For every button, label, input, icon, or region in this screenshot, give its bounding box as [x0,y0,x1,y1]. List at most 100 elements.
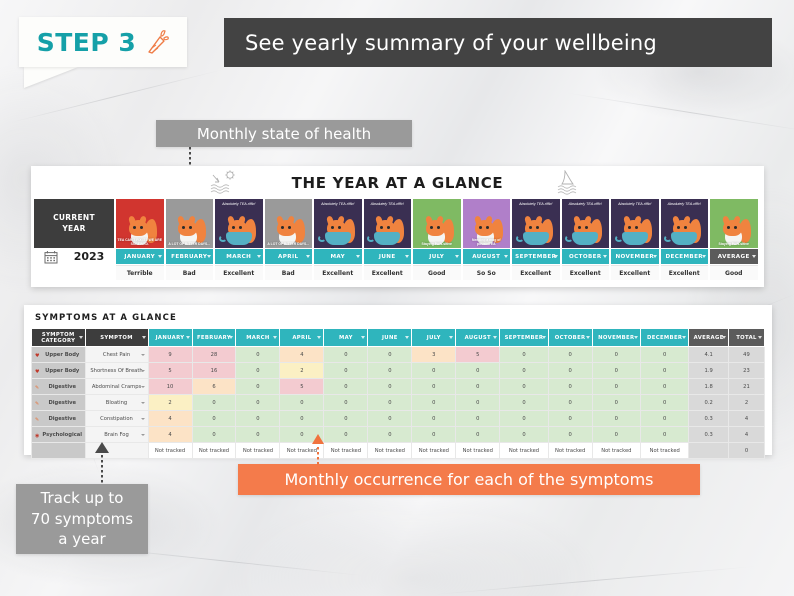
symptoms-col-header-symptom-category[interactable]: SYMPTOM CATEGORY [31,328,86,347]
month-header-november[interactable]: NOVEMBER [611,249,659,264]
month-header-may[interactable]: MAY [314,249,362,264]
symptom-name-cell[interactable]: Brain Fog [84,426,149,443]
chevron-down-icon[interactable] [273,336,278,339]
year-column-february[interactable]: A LOT OF BITTER DAYS... FEBRUARY Bad [165,199,215,280]
symptoms-col-header-symptom[interactable]: SYMPTOM [84,328,149,347]
chevron-down-icon[interactable] [229,336,234,339]
month-header-march[interactable]: MARCH [215,249,263,264]
year-column-august[interactable]: Needing a mug of positiviTEA AUGUST So So [462,199,512,280]
symptom-category-cell[interactable]: ◉ Psychological [31,426,86,443]
chevron-down-icon[interactable] [317,336,322,339]
month-header-october[interactable]: OCTOBER [561,249,609,264]
mood-card-june[interactable]: Absolutely TEA-riffic! [363,199,411,248]
chevron-down-icon[interactable] [504,255,508,258]
mood-card-august[interactable]: Needing a mug of positiviTEA [462,199,510,248]
symptom-category-cell[interactable]: ✎ Digestive [31,410,86,427]
mood-card-february[interactable]: A LOT OF BITTER DAYS... [165,199,213,248]
chevron-down-icon[interactable] [585,336,590,339]
symptoms-col-header-february[interactable]: FEBRUARY [191,328,237,347]
chevron-down-icon[interactable] [405,336,410,339]
year-column-november[interactable]: Absolutely TEA-riffic! NOVEMBER Excellent [610,199,660,280]
symptoms-table-row[interactable]: ♥ Upper Body Chest Pain 9 28 0 4 0 0 3 5 0 0 0 0 4.1 49 [31,346,766,363]
symptoms-col-header-august[interactable]: AUGUST [455,328,501,347]
symptom-category-cell[interactable]: ♥ Upper Body [31,346,86,363]
chevron-down-icon[interactable] [603,255,607,258]
year-column-september[interactable]: Absolutely TEA-riffic! SEPTEMBER Excellent [511,199,561,280]
chevron-down-icon[interactable] [141,336,146,339]
chevron-down-icon[interactable] [634,336,638,339]
month-header-april[interactable]: APRIL [264,249,312,264]
month-header-june[interactable]: JUNE [363,249,411,264]
chevron-down-icon[interactable] [157,255,162,258]
chevron-down-icon[interactable] [256,255,261,258]
mood-card-april[interactable]: A LOT OF BITTER DAYS... [264,199,312,248]
year-column-average[interactable]: Staying PAW-sitive AVERAGE Good [709,199,759,280]
month-header-january[interactable]: JANUARY [116,249,164,264]
mood-card-average[interactable]: Staying PAW-sitive [710,199,758,248]
mood-card-september[interactable]: Absolutely TEA-riffic! [512,199,560,248]
chevron-down-icon[interactable] [758,336,762,339]
symptoms-col-header-total[interactable]: TOTAL [727,328,766,347]
year-column-december[interactable]: Absolutely TEA-riffic! DECEMBER Excellent [660,199,710,280]
chevron-down-icon[interactable] [652,255,657,258]
symptoms-untracked-row[interactable]: Not tracked Not tracked Not tracked Not tra… [31,442,766,459]
year-column-june[interactable]: Absolutely TEA-riffic! JUNE Excellent [363,199,413,280]
chevron-down-icon[interactable] [140,418,145,420]
chevron-down-icon[interactable] [140,370,145,372]
year-column-march[interactable]: Absolutely TEA-riffic! MARCH Excellent [214,199,264,280]
symptoms-col-header-may[interactable]: MAY [323,328,369,347]
chevron-down-icon[interactable] [355,255,360,258]
chevron-down-icon[interactable] [140,386,145,388]
symptoms-table-row[interactable]: ♥ Upper Body Shortness Of Breath 5 16 0 2 0 0 0 0 0… [31,362,766,379]
symptom-name-cell[interactable]: Chest Pain [84,346,149,363]
mood-card-january[interactable]: TEA CAN'T FIX IT? WE ARE SCREWED. [116,199,164,248]
chevron-down-icon[interactable] [682,336,687,339]
symptom-category-cell[interactable]: ✎ Digestive [31,378,86,395]
chevron-down-icon[interactable] [454,255,459,258]
chevron-down-icon[interactable] [702,255,706,258]
chevron-down-icon[interactable] [721,336,726,339]
symptoms-col-header-june[interactable]: JUNE [367,328,413,347]
symptoms-col-header-january[interactable]: JANUARY [147,328,193,347]
symptoms-col-header-april[interactable]: APRIL [279,328,325,347]
symptoms-col-header-average[interactable]: AVERAGE [688,328,729,347]
symptom-name-cell[interactable]: Constipation [84,410,149,427]
chevron-down-icon[interactable] [306,255,310,258]
symptom-name-cell[interactable]: Bloating [84,394,149,411]
chevron-down-icon[interactable] [140,354,145,356]
month-header-september[interactable]: SEPTEMBER [512,249,560,264]
chevron-down-icon[interactable] [140,434,145,436]
mood-card-may[interactable]: Absolutely TEA-riffic! [314,199,362,248]
symptoms-col-header-march[interactable]: MARCH [235,328,281,347]
chevron-down-icon[interactable] [185,336,190,339]
chevron-down-icon[interactable] [751,255,756,258]
mood-card-october[interactable]: Absolutely TEA-riffic! [561,199,609,248]
chevron-down-icon[interactable] [541,336,546,339]
mood-card-july[interactable]: Staying PAW-sitive [413,199,461,248]
symptoms-table-row[interactable]: ✎ Digestive Bloating 2 0 0 0 0 0 0 0 0 0 0 0 0.2 2 [31,394,766,411]
year-column-april[interactable]: A LOT OF BITTER DAYS... APRIL Bad [264,199,314,280]
symptoms-col-header-october[interactable]: OCTOBER [547,328,593,347]
year-column-october[interactable]: Absolutely TEA-riffic! OCTOBER Excellent [561,199,611,280]
mood-card-march[interactable]: Absolutely TEA-riffic! [215,199,263,248]
year-column-may[interactable]: Absolutely TEA-riffic! MAY Excellent [313,199,363,280]
chevron-down-icon[interactable] [207,255,211,258]
chevron-down-icon[interactable] [405,255,409,258]
month-header-average[interactable]: AVERAGE [710,249,758,264]
mood-card-december[interactable]: Absolutely TEA-riffic! [660,199,708,248]
year-column-january[interactable]: TEA CAN'T FIX IT? WE ARE SCREWED. JANUARY… [115,199,165,280]
symptoms-table-row[interactable]: ◉ Psychological Brain Fog 4 0 0 0 0 0 0 0 0 0 0 0 0.3 4 [31,426,766,443]
symptom-name-cell[interactable]: Shortness Of Breath [84,362,149,379]
chevron-down-icon[interactable] [140,402,145,404]
month-header-february[interactable]: FEBRUARY [165,249,213,264]
symptoms-table-row[interactable]: ✎ Digestive Abdominal Cramps 10 6 0 5 0 0 0 0 0 0 0 0 1… [31,378,766,395]
month-header-august[interactable]: AUGUST [462,249,510,264]
chevron-down-icon[interactable] [553,255,558,258]
chevron-down-icon[interactable] [78,336,83,339]
symptom-category-cell[interactable]: ♥ Upper Body [31,362,86,379]
chevron-down-icon[interactable] [493,336,498,339]
mood-card-november[interactable]: Absolutely TEA-riffic! [611,199,659,248]
month-header-july[interactable]: JULY [413,249,461,264]
month-header-december[interactable]: DECEMBER [660,249,708,264]
chevron-down-icon[interactable] [361,336,366,339]
